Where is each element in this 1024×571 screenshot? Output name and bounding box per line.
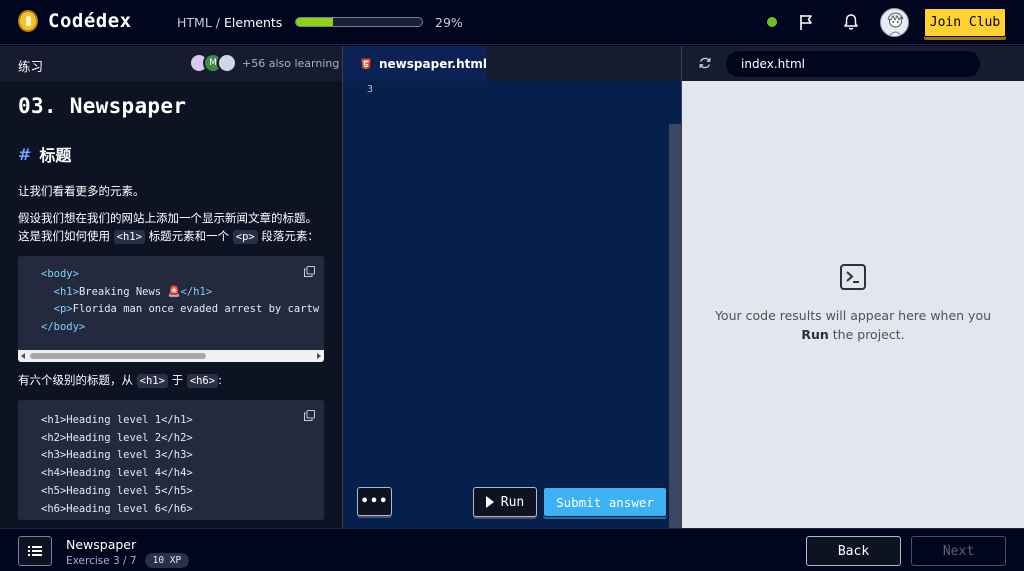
list-icon — [28, 546, 42, 556]
preview-message-run: Run — [801, 327, 829, 342]
exercise-counter: Exercise 3 / 7 — [66, 554, 137, 567]
section-heading: # 标题 — [18, 142, 324, 166]
lesson-title: 03. Newspaper — [18, 94, 187, 118]
copy-icon[interactable] — [304, 410, 315, 421]
paragraph: 假设我们想在我们的网站上添加一个显示新闻文章的标题。这是我们如何使用 <h1> … — [18, 209, 324, 246]
code-editor[interactable]: newspaper.html 3 ••• Run Submit answer — [343, 46, 681, 528]
line-number: 3 — [367, 84, 374, 95]
section-heading-text: 标题 — [39, 146, 72, 165]
code-line: <h1>Heading level 1</h1> — [41, 414, 193, 426]
progress-percent: 29% — [435, 15, 463, 30]
learner-avatar — [217, 53, 237, 73]
paragraph-text: 于 — [171, 373, 184, 387]
code-token: <h1> — [53, 285, 79, 298]
editor-vertical-scrollbar[interactable] — [669, 124, 681, 528]
bottom-bar: Newspaper Exercise 3 / 7 10 XP Back Next — [0, 528, 1024, 571]
logo-text: Codédex — [48, 10, 132, 32]
refresh-icon[interactable] — [698, 56, 712, 70]
lesson-panel-header: 练习 M +56 also learning — [0, 46, 342, 81]
scroll-left-arrow-icon[interactable] — [21, 353, 25, 359]
back-button[interactable]: Back — [806, 536, 901, 566]
top-bar: Codédex HTML / Elements 29% Join Club — [0, 0, 1024, 45]
inline-code: <h1> — [136, 374, 168, 388]
submit-answer-button[interactable]: Submit answer — [543, 487, 667, 517]
horizontal-scrollbar[interactable] — [18, 350, 324, 362]
code-line: </body> — [41, 321, 86, 334]
preview-panel: index.html Your code results will appear… — [682, 46, 1024, 528]
breadcrumb-course[interactable]: HTML — [177, 15, 212, 30]
terminal-icon — [840, 264, 866, 290]
next-button[interactable]: Next — [911, 536, 1006, 566]
code-line: <body> — [41, 268, 79, 280]
online-status-dot — [767, 17, 777, 27]
code-line: <h3>Heading level 3</h3> — [41, 449, 193, 462]
paragraph-text: 标题元素和一个 — [148, 229, 230, 243]
play-icon — [485, 496, 494, 508]
preview-message-text: the project. — [828, 327, 905, 342]
html5-icon — [361, 58, 371, 69]
code-block: <body> <h1>Breaking News 🚨</h1> <p>Flori… — [18, 256, 324, 362]
preview-url-bar[interactable]: index.html — [726, 51, 980, 77]
lesson-panel-title: 练习 — [18, 59, 44, 74]
paragraph-text: : — [218, 373, 222, 387]
code-token: Florida man once evaded arrest by cartw — [72, 303, 320, 316]
tab-label: newspaper.html — [379, 56, 487, 71]
breadcrumb-section[interactable]: Elements — [224, 15, 282, 30]
code-block: <h1>Heading level 1</h1> <h2>Heading lev… — [18, 400, 324, 520]
code-line: <h2>Heading level 2</h2> — [41, 431, 193, 444]
more-options-button[interactable]: ••• — [357, 487, 392, 516]
inline-code: <h6> — [186, 374, 219, 388]
paragraph-text: 段落元素： — [261, 229, 319, 243]
breadcrumb: HTML / Elements — [177, 15, 282, 30]
course-progress-bar — [295, 17, 423, 27]
paragraph: 让我们看看更多的元素。 — [18, 184, 145, 198]
lesson-panel: 练习 M +56 also learning 03. Newspaper # 标题… — [0, 46, 342, 528]
code-token: </h1> — [180, 285, 213, 298]
code-line: <h6>Heading level 6</h6> — [41, 502, 193, 515]
paragraph-text: 有六个级别的标题，从 — [18, 373, 133, 387]
run-label: Run — [500, 494, 525, 510]
inline-code: <p> — [232, 230, 258, 244]
coin-icon — [18, 10, 38, 32]
breadcrumb-separator: / — [215, 15, 221, 30]
tab-newspaper-html[interactable]: newspaper.html — [343, 46, 487, 81]
preview-empty-message: Your code results will appear here when … — [712, 306, 994, 344]
code-token: <p> — [53, 303, 73, 316]
code-line: <h5>Heading level 5</h5> — [41, 484, 193, 497]
copy-icon[interactable] — [304, 266, 315, 277]
exercise-title: Newspaper — [66, 537, 137, 552]
join-club-button[interactable]: Join Club — [924, 8, 1006, 37]
lesson-content: 03. Newspaper # 标题 让我们看看更多的元素。 假设我们想在我们的网… — [18, 94, 324, 520]
preview-header: index.html — [682, 46, 1024, 81]
bell-icon[interactable] — [841, 12, 861, 32]
hash-icon: # — [18, 144, 32, 164]
exercise-meta: Exercise 3 / 7 10 XP — [66, 553, 190, 568]
code-line: <h4>Heading level 4</h4> — [41, 467, 193, 480]
progress-fill — [296, 18, 333, 26]
scrollbar-thumb[interactable] — [30, 353, 206, 359]
scroll-right-arrow-icon[interactable] — [317, 353, 321, 359]
inline-code: <h1> — [113, 230, 145, 244]
learners-group[interactable]: M +56 also learning — [189, 53, 339, 73]
flag-icon[interactable] — [796, 12, 816, 32]
code-token: Breaking News 🚨 — [78, 285, 181, 298]
user-avatar[interactable] — [880, 8, 909, 37]
learners-count: +56 also learning — [242, 56, 340, 70]
xp-badge: 10 XP — [144, 553, 190, 568]
editor-tab-bar: newspaper.html — [343, 46, 681, 81]
exercise-list-button[interactable] — [18, 536, 52, 566]
line-gutter — [343, 81, 381, 528]
paragraph: 有六个级别的标题，从 <h1> 于 <h6>: — [18, 371, 324, 390]
run-button[interactable]: Run — [473, 487, 537, 517]
preview-message-text: Your code results will appear here when … — [714, 308, 992, 323]
logo[interactable]: Codédex — [18, 10, 132, 32]
